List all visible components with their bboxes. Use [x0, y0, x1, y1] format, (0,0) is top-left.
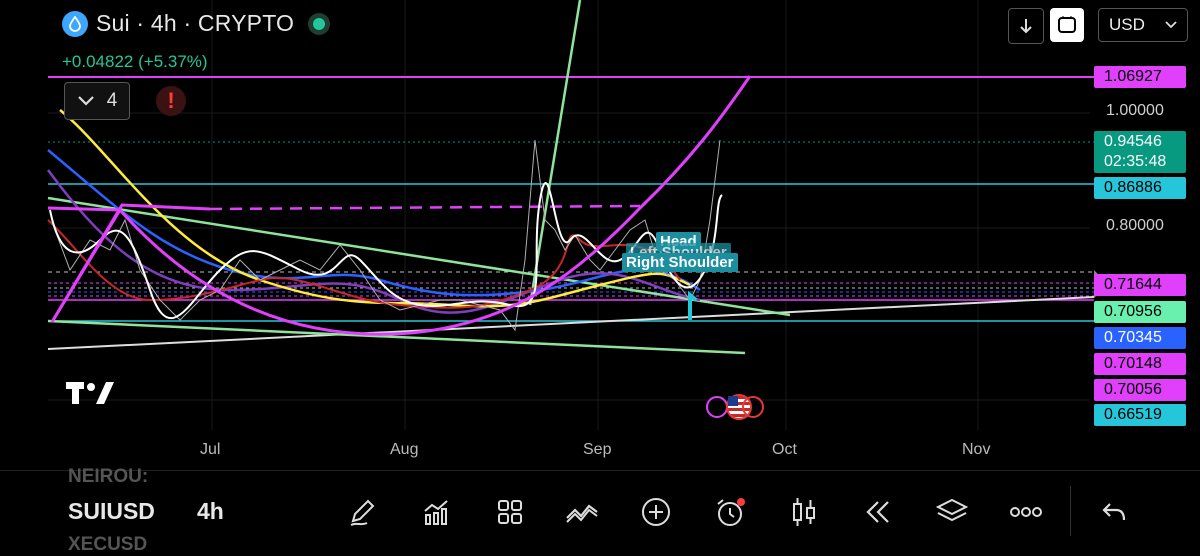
price-level-label: 0.70345	[1094, 327, 1186, 349]
fullscreen-icon	[1058, 16, 1076, 33]
currency-value: USD	[1109, 15, 1145, 34]
time-axis-label: Sep	[583, 441, 612, 458]
pattern-zigzag	[47, 203, 211, 323]
events-cluster[interactable]	[706, 394, 766, 422]
white-trendline	[47, 296, 1095, 350]
ticker-next[interactable]: XECUSD	[68, 534, 147, 556]
neckline	[209, 204, 641, 211]
apps-grid-icon	[498, 500, 522, 524]
more-button[interactable]	[1008, 494, 1044, 530]
toolbar-separator	[1070, 486, 1071, 536]
replay-button[interactable]	[860, 494, 896, 530]
time-axis-label: Oct	[772, 441, 797, 458]
alarm-icon	[717, 498, 745, 526]
alarm-button[interactable]	[712, 494, 748, 530]
indicators-toggle-button[interactable]: 4	[64, 82, 130, 120]
time-axis-label: Aug	[390, 441, 419, 458]
indicator-icon	[566, 504, 598, 523]
add-icon	[642, 498, 670, 526]
price-level-label: 0.70056	[1094, 379, 1186, 401]
live-status-icon	[308, 12, 331, 35]
symbol-title: Sui · 4h · CRYPTO	[96, 10, 295, 36]
cup-left	[50, 209, 122, 323]
chart-type-icon	[424, 500, 448, 525]
price-level-label: 0.80000	[1106, 217, 1164, 234]
price-level-label: 02:35:48	[1094, 151, 1186, 173]
price-level-label: 0.71644	[1094, 274, 1186, 296]
currency-select[interactable]: USD	[1098, 8, 1188, 42]
symbol-header[interactable]: Sui · 4h · CRYPTO	[62, 10, 331, 37]
sui-icon	[62, 10, 88, 37]
green-trendline-lower	[47, 319, 746, 355]
fullscreen-button[interactable]	[1050, 8, 1084, 42]
cup-curve	[118, 75, 752, 336]
price-level-label: 0.66519	[1094, 404, 1186, 426]
download-button[interactable]	[1008, 8, 1044, 44]
right-shoulder-label: Right Shoulder	[622, 253, 738, 272]
price-level-label: 1.06927	[1094, 66, 1186, 88]
layers-icon	[935, 498, 969, 522]
price-level-label: 1.00000	[1106, 102, 1164, 119]
price-level-label: 0.70956	[1094, 301, 1186, 323]
undo-button[interactable]	[1096, 494, 1132, 530]
alert-icon[interactable]: !	[156, 86, 186, 116]
undo-icon	[1102, 503, 1126, 521]
pencil-icon	[350, 499, 375, 526]
chart-type-button[interactable]	[418, 494, 454, 530]
tradingview-logo-icon[interactable]	[66, 380, 116, 411]
price-level-label: 0.86886	[1094, 177, 1186, 199]
chevron-down-icon	[77, 96, 94, 106]
replay-icon	[866, 501, 889, 523]
add-button[interactable]	[638, 494, 674, 530]
ticker-current[interactable]: SUIUSD	[68, 498, 155, 525]
price-change: +0.04822 (+5.37%)	[62, 52, 208, 71]
apps-button[interactable]	[492, 494, 528, 530]
indicator-count: 4	[106, 90, 118, 111]
time-axis-label: Nov	[962, 441, 991, 458]
event-icon	[742, 396, 764, 418]
event-icon	[706, 396, 728, 418]
more-icon	[1010, 507, 1042, 517]
candlestick-icon	[793, 498, 815, 526]
price-level-label: 0.94546	[1094, 131, 1186, 153]
interval-button[interactable]: 4h	[197, 498, 224, 525]
candlestick-button[interactable]	[786, 494, 822, 530]
drawing-tool-button[interactable]	[344, 494, 380, 530]
indicators-button[interactable]	[564, 494, 600, 530]
price-level-label: 0.70148	[1094, 353, 1186, 375]
chevron-down-icon	[1165, 21, 1177, 29]
download-icon	[1020, 19, 1032, 34]
time-axis-label: Jul	[200, 441, 221, 458]
layers-button[interactable]	[934, 494, 970, 530]
ticker-prev[interactable]: NEIROU:	[68, 466, 148, 488]
